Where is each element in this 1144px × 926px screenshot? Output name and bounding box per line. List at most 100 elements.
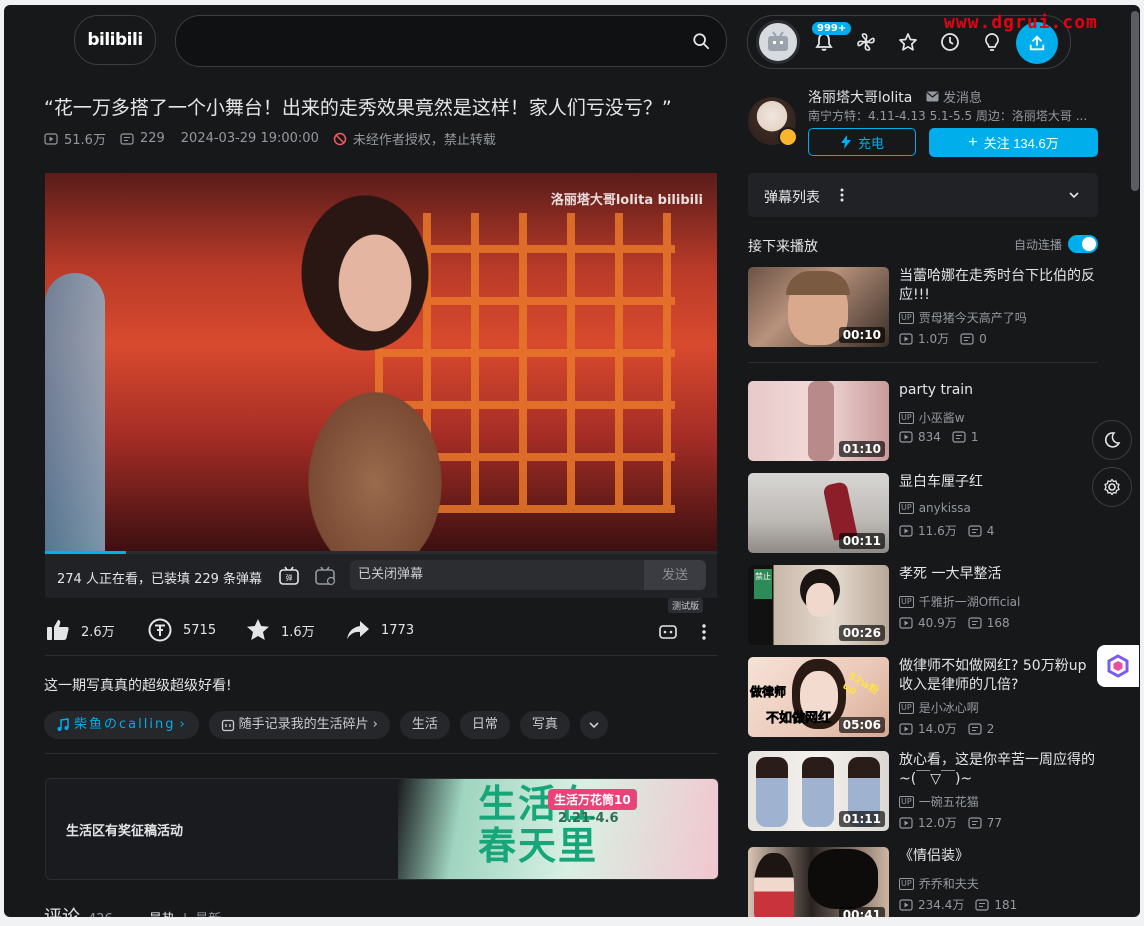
tag-photo[interactable]: 写真 <box>519 711 570 739</box>
autoplay-switch[interactable] <box>1068 235 1098 253</box>
recommended-video[interactable]: 01:11 放心看，这是你辛苦一周应得的~(￣▽￣)~ UP 一碗五花猫 12.0… <box>748 751 1098 831</box>
video-title-link[interactable]: 《情侣装》 <box>899 847 1099 866</box>
sort-new[interactable]: 最新 <box>195 908 221 917</box>
dark-mode-button[interactable] <box>1092 420 1132 460</box>
chevron-right-icon: › <box>372 717 378 732</box>
video-player[interactable]: 洛丽塔大哥lolita bilibili <box>45 173 717 553</box>
video-duration: 01:10 <box>838 441 885 457</box>
search-input[interactable] <box>196 28 680 56</box>
forbidden-icon <box>333 132 347 145</box>
video-title-link[interactable]: 显白车厘子红 <box>899 473 1099 492</box>
sort-hot[interactable]: 最热 <box>149 908 175 917</box>
send-message-link[interactable]: 发消息 <box>926 87 982 106</box>
uploader-name[interactable]: 洛丽塔大哥lolita <box>808 87 912 107</box>
view-count: 51.6万 <box>64 133 106 148</box>
floating-assistant-button[interactable] <box>1097 645 1139 687</box>
autoplay-toggle[interactable]: 自动连播 <box>1014 235 1098 253</box>
star-icon[interactable] <box>896 30 920 54</box>
video-uploader[interactable]: UP 贾母猪今天高产了吗 <box>899 309 1027 326</box>
play-count-icon <box>899 524 913 537</box>
user-avatar[interactable] <box>756 20 800 64</box>
sort-divider: | <box>183 912 187 917</box>
play-count-icon <box>899 816 913 829</box>
charge-button[interactable]: 充电 <box>808 128 916 156</box>
tag-music[interactable]: 柴鱼のcalling › <box>44 711 199 739</box>
video-stats: 11.6万 4 <box>899 522 994 539</box>
follow-button[interactable]: + 关注 134.6万 <box>929 128 1098 157</box>
recommended-video[interactable]: 00:11 显白车厘子红 UP anykissa 11.6万 4 <box>748 473 1098 553</box>
ai-assistant-icon[interactable] <box>659 623 677 641</box>
tags-expand-button[interactable] <box>579 711 608 739</box>
tag-topic[interactable]: 随手记录我的生活碎片 › <box>208 711 390 739</box>
video-thumbnail[interactable]: 01:11 <box>748 751 889 831</box>
thumb-sign: 禁止 <box>754 569 772 599</box>
history-clock-icon[interactable] <box>938 30 962 54</box>
event-banner[interactable]: 生活区有奖征稿活动 生活在春天里 生活万花筒10 2.21-4.6 <box>45 778 719 880</box>
search-icon[interactable] <box>692 32 710 50</box>
video-title-link[interactable]: 放心看，这是你辛苦一周应得的~(￣▽￣)~ <box>899 751 1099 789</box>
bilibili-logo[interactable]: bilibili <box>74 15 156 65</box>
video-uploader[interactable]: UP 是小冰心啊 <box>899 699 979 716</box>
video-thumbnail[interactable]: 00:11 <box>748 473 889 553</box>
video-thumbnail[interactable]: 禁止 00:26 <box>748 565 889 645</box>
video-uploader[interactable]: UP 千雅折一湖Official <box>899 593 1020 610</box>
search-bar[interactable] <box>175 15 727 67</box>
recommended-video[interactable]: 01:10 party train UP 小巫酱w 834 1 <box>748 381 1098 461</box>
thumb-text: 不如做网红 <box>766 711 832 727</box>
lightbulb-icon[interactable] <box>980 30 1004 54</box>
video-title-link[interactable]: 当蕾哈娜在走秀时台下比伯的反应!!! <box>899 267 1099 305</box>
danmaku-list-menu-icon[interactable] <box>840 188 844 202</box>
svg-text:弹: 弹 <box>286 573 293 582</box>
video-uploader[interactable]: UP 乔乔和夫夫 <box>899 875 979 892</box>
scrollbar[interactable] <box>1131 11 1139 191</box>
video-thumbnail[interactable]: 01:10 <box>748 381 889 461</box>
danmaku-count-icon <box>952 431 966 443</box>
video-uploader[interactable]: UP 小巫酱w <box>899 409 965 426</box>
danmaku-list-panel[interactable]: 弹幕列表 <box>748 173 1098 217</box>
danmaku-count-icon <box>120 132 134 145</box>
like-button[interactable]: 2.6万 <box>45 617 115 643</box>
recommended-video[interactable]: 00:10 当蕾哈娜在走秀时台下比伯的反应!!! UP 贾母猪今天高产了吗 1.0… <box>748 267 1098 347</box>
video-title-link[interactable]: 做律师不如做网红? 50万粉up收入是律师的几倍? <box>899 657 1099 695</box>
favorite-button[interactable]: 1.6万 <box>245 617 315 643</box>
mail-icon <box>926 91 939 102</box>
tag-daily[interactable]: 日常 <box>459 711 510 739</box>
chevron-down-icon[interactable] <box>1068 190 1080 200</box>
recommended-video[interactable]: 做律师 52w粉up 不如做网红 05:06 做律师不如做网红? 50万粉up收… <box>748 657 1098 737</box>
danmaku-send-button[interactable]: 发送 <box>644 560 706 590</box>
share-count: 1773 <box>381 622 415 638</box>
danmaku-input[interactable]: 已关闭弹幕 <box>350 560 645 590</box>
site-watermark: www.dgrui.com <box>944 12 1098 33</box>
video-duration: 01:11 <box>838 811 885 827</box>
coin-count: 5715 <box>183 622 217 638</box>
uploader-avatar[interactable] <box>748 97 798 147</box>
video-uploader[interactable]: UP anykissa <box>899 501 971 515</box>
music-note-icon <box>57 718 69 731</box>
video-title-link[interactable]: party train <box>899 381 1099 400</box>
upload-icon <box>1029 35 1045 51</box>
up-badge-icon: UP <box>899 795 914 808</box>
video-stats: 40.9万 168 <box>899 614 1010 631</box>
share-button[interactable]: 1773 <box>345 617 414 643</box>
share-arrow-icon <box>347 621 369 639</box>
divider <box>748 362 1098 363</box>
video-thumbnail[interactable]: 做律师 52w粉up 不如做网红 05:06 <box>748 657 889 737</box>
next-up-title: 接下来播放 <box>748 239 818 255</box>
settings-button[interactable] <box>1092 467 1132 507</box>
video-uploader[interactable]: UP 一碗五花猫 <box>899 793 979 810</box>
recommended-video[interactable]: 00:41 《情侣装》 UP 乔乔和夫夫 234.4万 181 <box>748 847 1098 917</box>
video-thumbnail[interactable]: 00:10 <box>748 267 889 347</box>
video-title-link[interactable]: 孝死 一大早整活 <box>899 565 1099 584</box>
chevron-down-icon <box>589 722 599 729</box>
recommended-video[interactable]: 禁止 00:26 孝死 一大早整活 UP 千雅折一湖Official 40.9万 … <box>748 565 1098 645</box>
danmaku-toggle-icon[interactable]: 弹 <box>279 565 301 587</box>
video-thumbnail[interactable]: 00:41 <box>748 847 889 917</box>
player-watermark: 洛丽塔大哥lolita bilibili <box>550 193 703 208</box>
danmaku-settings-icon[interactable] <box>315 565 337 587</box>
up-badge-icon: UP <box>899 701 914 714</box>
danmaku-count-icon <box>968 722 982 735</box>
pinwheel-icon[interactable] <box>854 30 878 54</box>
coin-button[interactable]: 5715 <box>147 617 216 643</box>
more-options-icon[interactable] <box>701 623 711 641</box>
tag-life[interactable]: 生活 <box>399 711 450 739</box>
